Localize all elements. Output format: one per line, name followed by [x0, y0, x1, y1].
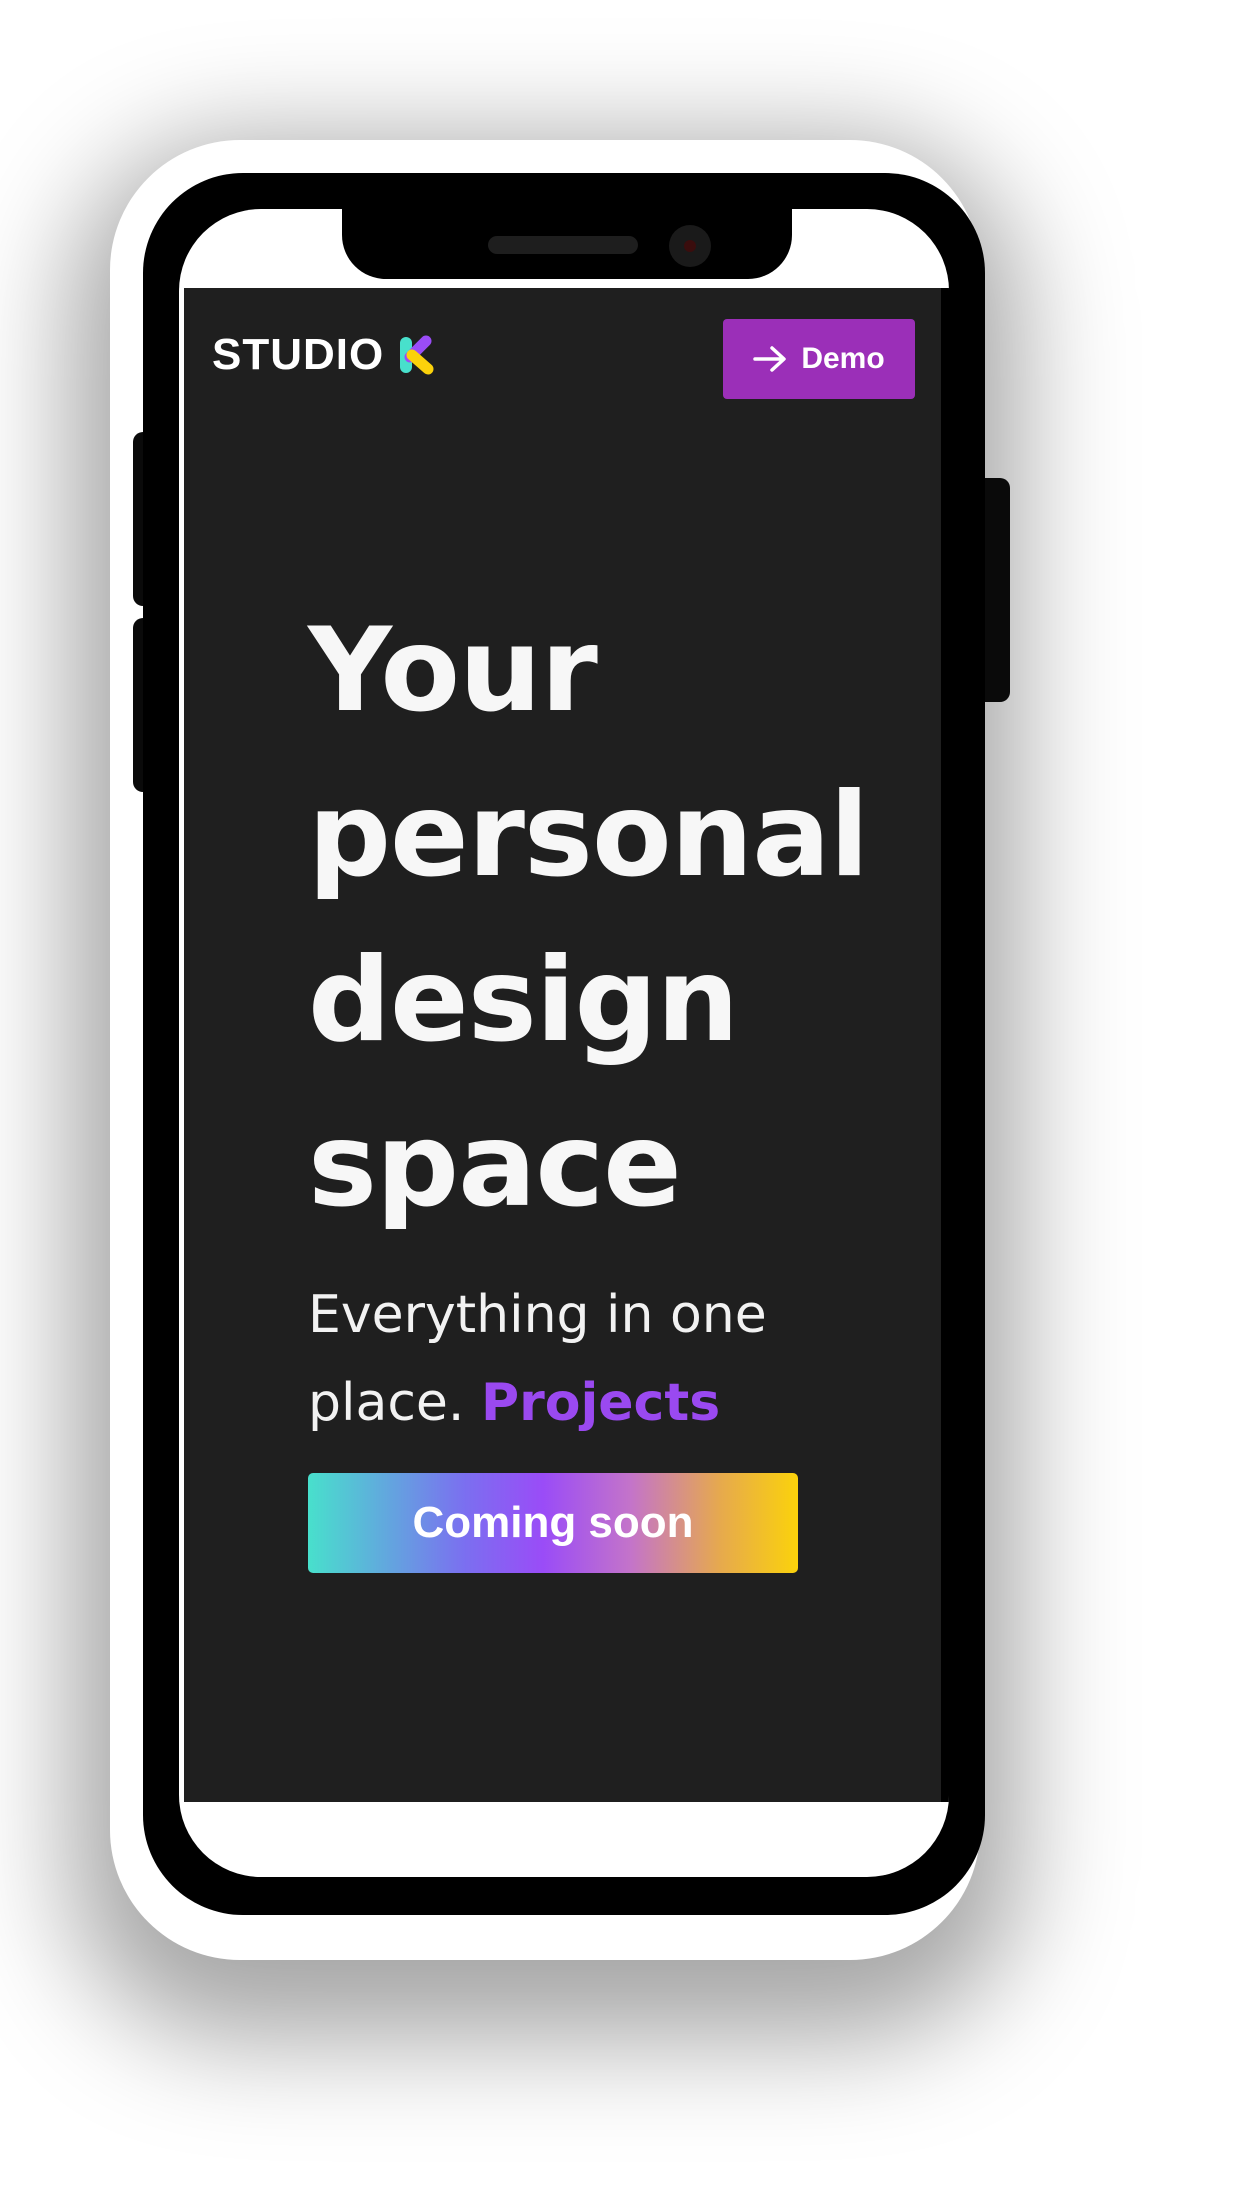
logo-text: STUDIO	[212, 330, 385, 379]
app-viewport: STUDIO Demo Your personal design space E…	[179, 288, 949, 1802]
studio-logo[interactable]: STUDIO	[212, 330, 436, 380]
coming-soon-button[interactable]: Coming soon	[308, 1473, 798, 1573]
headline-line: space	[308, 1098, 682, 1233]
k-logo-icon	[400, 335, 434, 375]
phone-screen: STUDIO Demo Your personal design space E…	[179, 209, 949, 1877]
hero-subtitle: Everything in one place. Projects	[308, 1271, 908, 1447]
headline-line: design	[308, 933, 739, 1068]
headline-line: personal	[308, 768, 869, 903]
rotating-word: Projects	[480, 1373, 721, 1433]
hero-headline: Your personal design space	[308, 588, 928, 1248]
front-camera	[669, 225, 711, 267]
coming-soon-label: Coming soon	[412, 1498, 694, 1547]
site-header: STUDIO Demo	[184, 288, 941, 428]
demo-button[interactable]: Demo	[723, 319, 915, 399]
phone-notch	[342, 209, 792, 279]
headline-line: Your	[308, 603, 598, 738]
arrow-right-icon	[753, 346, 787, 372]
speaker-grille	[488, 236, 638, 254]
hero-section: Your personal design space	[308, 588, 928, 1248]
phone-frame: STUDIO Demo Your personal design space E…	[143, 173, 985, 1915]
demo-button-label: Demo	[801, 342, 885, 375]
